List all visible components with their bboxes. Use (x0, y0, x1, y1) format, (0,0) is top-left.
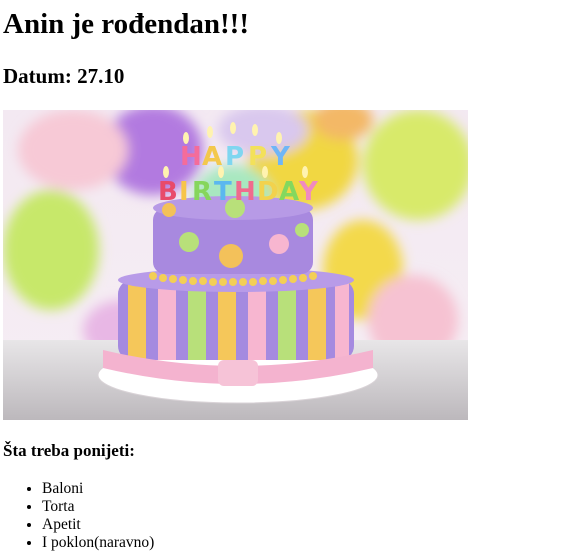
list-item: I poklon(naravno) (42, 534, 154, 552)
svg-text:B: B (158, 177, 178, 207)
birthday-cake-photo: H A P P Y B I R T H D A Y (3, 110, 468, 420)
svg-text:A: A (279, 177, 299, 207)
svg-text:D: D (257, 177, 279, 207)
list-item: Apetit (42, 516, 154, 534)
svg-text:H: H (180, 142, 202, 172)
list-item: Baloni (42, 480, 154, 498)
svg-text:H: H (234, 177, 256, 207)
svg-text:Y: Y (298, 177, 319, 207)
date-heading: Datum: 27.10 (3, 64, 125, 88)
list-heading: Šta treba ponijeti: (3, 441, 135, 460)
svg-text:T: T (214, 177, 232, 207)
page-title: Anin je rođendan!!! (3, 8, 249, 40)
svg-text:R: R (192, 177, 212, 207)
svg-text:P: P (225, 142, 244, 172)
list-item: Torta (42, 498, 154, 516)
svg-text:Y: Y (270, 142, 291, 172)
items-list: Baloni Torta Apetit I poklon(naravno) (3, 480, 154, 552)
svg-text:I: I (179, 177, 189, 207)
